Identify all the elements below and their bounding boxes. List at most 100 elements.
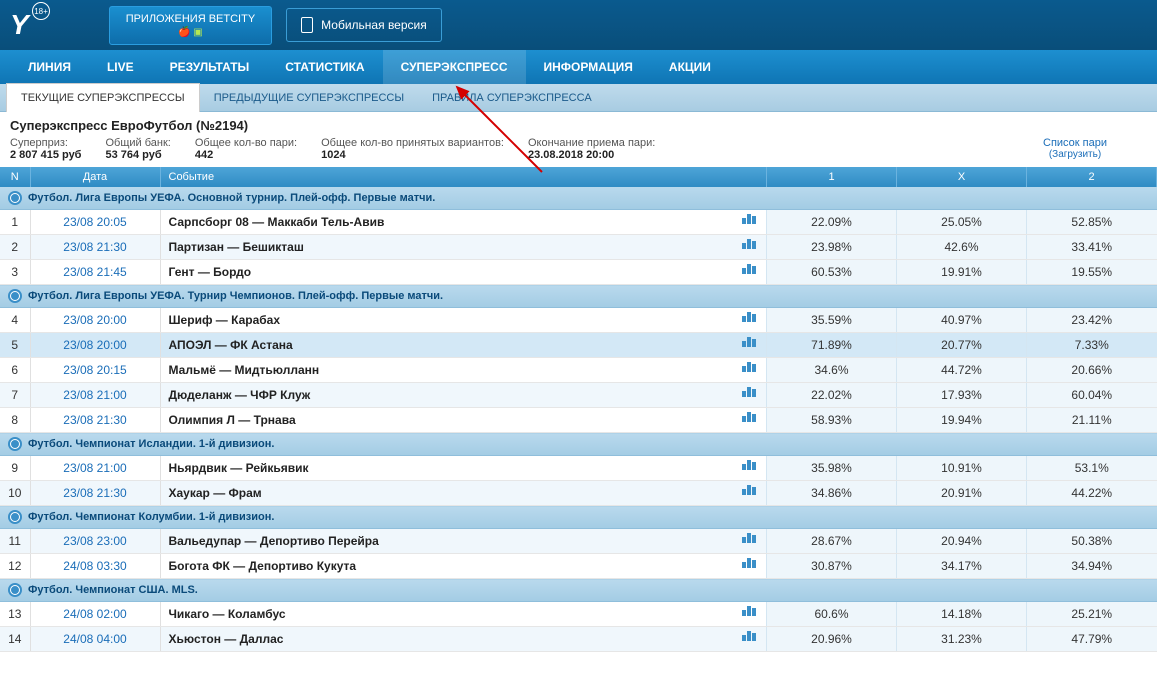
- row-event[interactable]: Дюделанж — ЧФР Клуж: [160, 383, 767, 408]
- subnav-item[interactable]: ПРАВИЛА СУПЕРЭКСПРЕССА: [418, 84, 606, 112]
- table-row[interactable]: 1023/08 21:30Хаукар — Фрам34.86%20.91%44…: [0, 481, 1157, 506]
- pct-cell[interactable]: 14.18%: [897, 602, 1027, 627]
- nav-item[interactable]: РЕЗУЛЬТАТЫ: [152, 50, 268, 84]
- nav-item[interactable]: ИНФОРМАЦИЯ: [526, 50, 651, 84]
- stats-icon[interactable]: [742, 606, 756, 616]
- stats-icon[interactable]: [742, 558, 756, 568]
- col-2[interactable]: 2: [1027, 167, 1157, 187]
- pct-cell[interactable]: 44.72%: [897, 358, 1027, 383]
- col-date[interactable]: Дата: [30, 167, 160, 187]
- nav-item[interactable]: LIVE: [89, 50, 152, 84]
- pct-cell[interactable]: 22.02%: [767, 383, 897, 408]
- nav-item[interactable]: АКЦИИ: [651, 50, 729, 84]
- pct-cell[interactable]: 23.98%: [767, 235, 897, 260]
- pct-cell[interactable]: 53.1%: [1027, 456, 1157, 481]
- pct-cell[interactable]: 60.6%: [767, 602, 897, 627]
- table-row[interactable]: 523/08 20:00АПОЭЛ — ФК Астана71.89%20.77…: [0, 333, 1157, 358]
- row-event[interactable]: Хаукар — Фрам: [160, 481, 767, 506]
- pct-cell[interactable]: 33.41%: [1027, 235, 1157, 260]
- subnav-item[interactable]: ТЕКУЩИЕ СУПЕРЭКСПРЕССЫ: [6, 83, 200, 112]
- stats-icon[interactable]: [742, 631, 756, 641]
- row-event[interactable]: Чикаго — Коламбус: [160, 602, 767, 627]
- stats-icon[interactable]: [742, 337, 756, 347]
- pct-cell[interactable]: 58.93%: [767, 408, 897, 433]
- pct-cell[interactable]: 42.6%: [897, 235, 1027, 260]
- pct-cell[interactable]: 20.96%: [767, 627, 897, 652]
- pct-cell[interactable]: 7.33%: [1027, 333, 1157, 358]
- row-event[interactable]: Вальедупар — Депортиво Перейра: [160, 529, 767, 554]
- stats-icon[interactable]: [742, 312, 756, 322]
- table-row[interactable]: 823/08 21:30Олимпия Л — Трнава58.93%19.9…: [0, 408, 1157, 433]
- pct-cell[interactable]: 52.85%: [1027, 210, 1157, 235]
- pct-cell[interactable]: 60.53%: [767, 260, 897, 285]
- pct-cell[interactable]: 22.09%: [767, 210, 897, 235]
- col-n[interactable]: N: [0, 167, 30, 187]
- row-event[interactable]: Ньярдвик — Рейкьявик: [160, 456, 767, 481]
- stats-icon[interactable]: [742, 214, 756, 224]
- pct-cell[interactable]: 47.79%: [1027, 627, 1157, 652]
- stats-icon[interactable]: [742, 533, 756, 543]
- pct-cell[interactable]: 34.94%: [1027, 554, 1157, 579]
- table-row[interactable]: 423/08 20:00Шериф — Карабах35.59%40.97%2…: [0, 308, 1157, 333]
- pct-cell[interactable]: 19.91%: [897, 260, 1027, 285]
- table-row[interactable]: 323/08 21:45Гент — Бордо60.53%19.91%19.5…: [0, 260, 1157, 285]
- table-row[interactable]: 223/08 21:30Партизан — Бешикташ23.98%42.…: [0, 235, 1157, 260]
- nav-item[interactable]: СТАТИСТИКА: [267, 50, 382, 84]
- pct-cell[interactable]: 25.21%: [1027, 602, 1157, 627]
- col-1[interactable]: 1: [767, 167, 897, 187]
- stats-icon[interactable]: [742, 264, 756, 274]
- table-row[interactable]: 923/08 21:00Ньярдвик — Рейкьявик35.98%10…: [0, 456, 1157, 481]
- pct-cell[interactable]: 17.93%: [897, 383, 1027, 408]
- table-row[interactable]: 1424/08 04:00Хьюстон — Даллас20.96%31.23…: [0, 627, 1157, 652]
- nav-item[interactable]: СУПЕРЭКСПРЕСС: [383, 50, 526, 84]
- stats-icon[interactable]: [742, 485, 756, 495]
- pct-cell[interactable]: 34.6%: [767, 358, 897, 383]
- pct-cell[interactable]: 35.98%: [767, 456, 897, 481]
- table-row[interactable]: 623/08 20:15Мальмё — Мидтьюлланн34.6%44.…: [0, 358, 1157, 383]
- pct-cell[interactable]: 19.55%: [1027, 260, 1157, 285]
- stats-icon[interactable]: [742, 239, 756, 249]
- table-row[interactable]: 723/08 21:00Дюделанж — ЧФР Клуж22.02%17.…: [0, 383, 1157, 408]
- row-event[interactable]: Шериф — Карабах: [160, 308, 767, 333]
- pct-cell[interactable]: 30.87%: [767, 554, 897, 579]
- apps-button[interactable]: ПРИЛОЖЕНИЯ BETCITY 🍎 ▣: [109, 6, 272, 45]
- pct-cell[interactable]: 21.11%: [1027, 408, 1157, 433]
- pct-cell[interactable]: 71.89%: [767, 333, 897, 358]
- pct-cell[interactable]: 44.22%: [1027, 481, 1157, 506]
- table-row[interactable]: 1123/08 23:00Вальедупар — Депортиво Пере…: [0, 529, 1157, 554]
- nav-item[interactable]: ЛИНИЯ: [10, 50, 89, 84]
- row-event[interactable]: Мальмё — Мидтьюлланн: [160, 358, 767, 383]
- row-event[interactable]: АПОЭЛ — ФК Астана: [160, 333, 767, 358]
- col-event[interactable]: Событие: [160, 167, 767, 187]
- pct-cell[interactable]: 19.94%: [897, 408, 1027, 433]
- stats-icon[interactable]: [742, 387, 756, 397]
- mobile-version-button[interactable]: Мобильная версия: [286, 8, 442, 42]
- table-row[interactable]: 1224/08 03:30Богота ФК — Депортиво Кукут…: [0, 554, 1157, 579]
- col-x[interactable]: X: [897, 167, 1027, 187]
- pct-cell[interactable]: 23.42%: [1027, 308, 1157, 333]
- table-row[interactable]: 1324/08 02:00Чикаго — Коламбус60.6%14.18…: [0, 602, 1157, 627]
- row-event[interactable]: Богота ФК — Депортиво Кукута: [160, 554, 767, 579]
- bets-list-link[interactable]: Список пари (Загрузить): [1043, 137, 1107, 161]
- row-event[interactable]: Гент — Бордо: [160, 260, 767, 285]
- pct-cell[interactable]: 34.86%: [767, 481, 897, 506]
- pct-cell[interactable]: 20.91%: [897, 481, 1027, 506]
- subnav-item[interactable]: ПРЕДЫДУЩИЕ СУПЕРЭКСПРЕССЫ: [200, 84, 418, 112]
- row-event[interactable]: Хьюстон — Даллас: [160, 627, 767, 652]
- stats-icon[interactable]: [742, 460, 756, 470]
- pct-cell[interactable]: 20.94%: [897, 529, 1027, 554]
- pct-cell[interactable]: 20.66%: [1027, 358, 1157, 383]
- row-event[interactable]: Олимпия Л — Трнава: [160, 408, 767, 433]
- pct-cell[interactable]: 35.59%: [767, 308, 897, 333]
- stats-icon[interactable]: [742, 412, 756, 422]
- row-event[interactable]: Сарпсборг 08 — Маккаби Тель-Авив: [160, 210, 767, 235]
- pct-cell[interactable]: 10.91%: [897, 456, 1027, 481]
- pct-cell[interactable]: 34.17%: [897, 554, 1027, 579]
- row-event[interactable]: Партизан — Бешикташ: [160, 235, 767, 260]
- pct-cell[interactable]: 40.97%: [897, 308, 1027, 333]
- pct-cell[interactable]: 20.77%: [897, 333, 1027, 358]
- pct-cell[interactable]: 50.38%: [1027, 529, 1157, 554]
- pct-cell[interactable]: 31.23%: [897, 627, 1027, 652]
- pct-cell[interactable]: 60.04%: [1027, 383, 1157, 408]
- table-row[interactable]: 123/08 20:05Сарпсборг 08 — Маккаби Тель-…: [0, 210, 1157, 235]
